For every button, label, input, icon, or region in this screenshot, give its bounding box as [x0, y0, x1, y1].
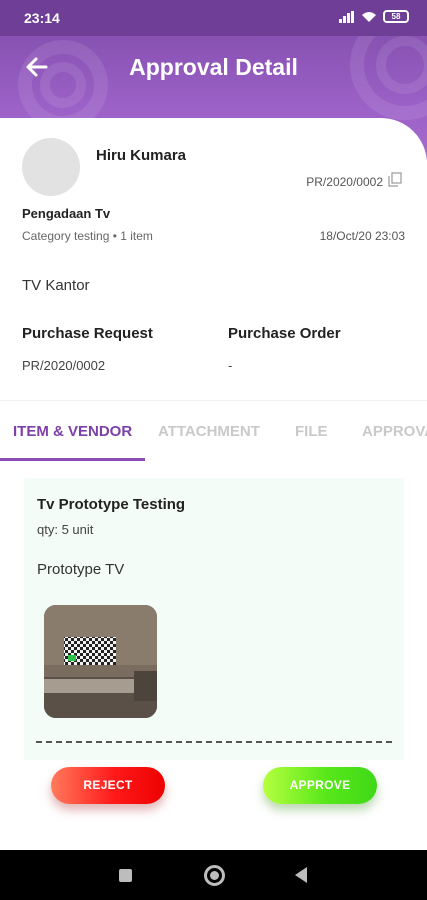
avatar [22, 138, 80, 196]
purchase-order-label: Purchase Order [228, 325, 341, 342]
requester-name: Hiru Kumara [96, 147, 187, 164]
divider [36, 741, 392, 743]
active-tab-indicator [0, 458, 145, 461]
item-description: Prototype TV [37, 561, 125, 578]
purchase-request-value: PR/2020/0002 [22, 358, 106, 373]
page-title: Approval Detail [129, 54, 298, 80]
purchase-order-value: - [228, 358, 233, 373]
status-time: 23:14 [24, 10, 60, 26]
document-number: PR/2020/0002 [306, 175, 383, 189]
tab-bar: ITEM & VENDOR ATTACHMENT FILE APPROVAL [0, 400, 427, 462]
item-name: Tv Prototype Testing [37, 496, 186, 513]
tab-approval[interactable]: APPROVAL [362, 423, 427, 440]
system-navigation-bar [0, 850, 427, 900]
battery-icon: 58 [383, 10, 409, 23]
tab-item-vendor[interactable]: ITEM & VENDOR [13, 423, 132, 440]
app-header: Approval Detail [0, 40, 427, 100]
copy-icon[interactable] [388, 172, 402, 187]
item-card: Tv Prototype Testing qty: 5 unit Prototy… [24, 478, 404, 760]
category-line: Category testing • 1 item [22, 229, 153, 243]
purchase-request-label: Purchase Request [22, 325, 153, 342]
request-description: TV Kantor [22, 277, 90, 294]
item-quantity: qty: 5 unit [37, 522, 94, 537]
approve-button[interactable]: APPROVE [263, 767, 377, 804]
home-icon[interactable] [204, 865, 225, 886]
recent-apps-icon[interactable] [119, 869, 132, 882]
request-title: Pengadaan Tv [22, 206, 111, 221]
tab-attachment[interactable]: ATTACHMENT [158, 423, 260, 440]
status-icons: 58 [339, 10, 409, 23]
request-summary-card: Hiru Kumara PR/2020/0002 Pengadaan Tv Ca… [0, 118, 427, 400]
signal-icon [339, 10, 355, 23]
reject-button[interactable]: REJECT [51, 767, 165, 804]
request-date: 18/Oct/20 23:03 [319, 229, 405, 243]
status-bar: 23:14 58 [0, 0, 427, 36]
back-icon[interactable] [295, 867, 307, 883]
item-image[interactable] [44, 605, 157, 718]
wifi-icon [362, 11, 376, 22]
tab-file[interactable]: FILE [295, 423, 328, 440]
